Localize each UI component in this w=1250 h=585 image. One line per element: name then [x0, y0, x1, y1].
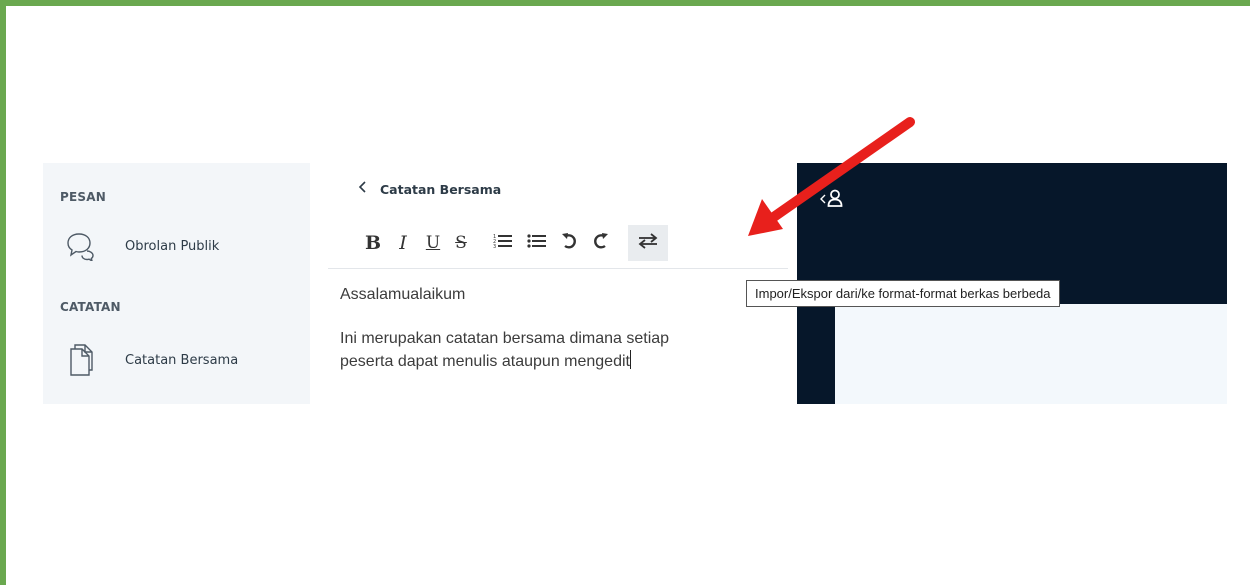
document-icon — [63, 343, 99, 377]
notes-editor[interactable]: Assalamualaikum Ini merupakan catatan be… — [340, 283, 770, 373]
editor-line: Ini merupakan catatan bersama dimana set… — [340, 330, 670, 347]
toolbar-divider — [328, 268, 788, 269]
ordered-list-icon: 1 2 3 — [493, 233, 513, 253]
notes-panel: Catatan Bersama B I U S 1 2 3 Assalamual… — [310, 163, 797, 404]
bold-button[interactable]: B — [362, 227, 384, 259]
underline-button[interactable]: U — [422, 227, 444, 259]
import-export-tooltip: Impor/Ekspor dari/ke format-format berka… — [746, 280, 1060, 307]
sidebar-item-label: Catatan Bersama — [125, 352, 239, 368]
notes-title: Catatan Bersama — [380, 181, 502, 197]
chevron-left-icon — [819, 192, 826, 208]
text-caret — [629, 350, 631, 369]
frame-border-top — [0, 0, 1250, 6]
notes-back-button[interactable]: Catatan Bersama — [358, 181, 501, 197]
section-label-pesan: PESAN — [60, 190, 106, 204]
undo-icon — [561, 232, 577, 254]
redo-icon — [593, 232, 609, 254]
frame-border-left — [0, 0, 6, 585]
import-export-button[interactable] — [628, 225, 668, 261]
undo-button[interactable] — [556, 227, 582, 259]
ordered-list-button[interactable]: 1 2 3 — [490, 227, 516, 259]
redo-button[interactable] — [588, 227, 614, 259]
sidebar-item-catatan-bersama[interactable]: Catatan Bersama — [63, 343, 238, 377]
chat-bubbles-icon — [63, 229, 99, 263]
sidebar-item-label: Obrolan Publik — [125, 238, 220, 254]
svg-text:3: 3 — [493, 244, 496, 249]
content-area — [835, 304, 1227, 404]
sidebar-item-obrolan-publik[interactable]: Obrolan Publik — [63, 229, 219, 263]
user-icon — [827, 189, 843, 211]
editor-line: peserta dapat menulis ataupun mengedit — [340, 353, 630, 370]
strikethrough-button[interactable]: S — [450, 227, 472, 259]
section-label-catatan: CATATAN — [60, 300, 121, 314]
sidebar: PESAN Obrolan Publik CATATAN Catatan Ber… — [43, 163, 310, 404]
bullet-list-icon — [527, 233, 547, 253]
italic-button[interactable]: I — [392, 227, 414, 259]
import-export-icon — [637, 232, 659, 254]
editor-line-with-caret: peserta dapat menulis ataupun mengedit — [340, 350, 770, 373]
chevron-left-icon — [358, 181, 368, 197]
editor-toolbar: B I U S 1 2 3 — [358, 225, 668, 261]
user-list-toggle-button[interactable] — [819, 189, 843, 211]
editor-line: Assalamualaikum — [340, 286, 466, 303]
bullet-list-button[interactable] — [524, 227, 550, 259]
